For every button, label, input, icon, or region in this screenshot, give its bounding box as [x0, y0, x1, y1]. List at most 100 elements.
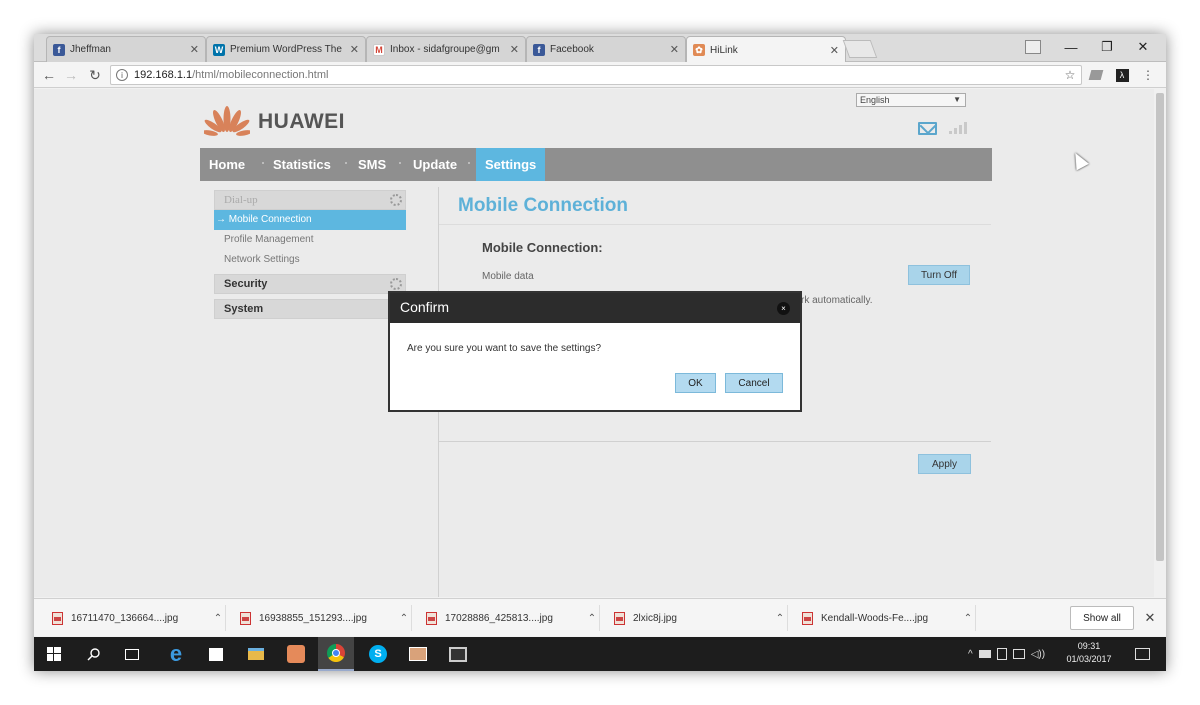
close-window-button[interactable]: ✕	[1124, 34, 1162, 60]
nav-update[interactable]: Update	[413, 148, 457, 181]
tab-hilink[interactable]: ✿ HiLink ✕	[686, 36, 846, 63]
mouse-cursor-icon	[1069, 149, 1089, 171]
app-icon[interactable]	[278, 637, 314, 671]
task-view-icon[interactable]	[114, 637, 150, 671]
chevron-up-icon[interactable]: ⌃	[773, 613, 787, 624]
ok-button[interactable]: OK	[675, 373, 716, 393]
sidebar-item-network-settings[interactable]: Network Settings	[214, 250, 406, 270]
sidebar-item-label: Network Settings	[224, 254, 300, 265]
sidebar-group-dialup[interactable]: Dial-up	[214, 190, 406, 210]
tab-wordpress[interactable]: W Premium WordPress The ✕	[206, 36, 366, 62]
extension-icon[interactable]	[1088, 67, 1104, 83]
download-item[interactable]: Kendall-Woods-Fe....jpg ⌃	[798, 605, 976, 631]
sidebar-group-label: Security	[224, 278, 268, 290]
chevron-up-icon[interactable]: ⌃	[397, 613, 411, 624]
tab-strip: f Jheffman ✕ W Premium WordPress The ✕ M…	[34, 34, 1166, 63]
close-icon[interactable]: ✕	[350, 43, 359, 56]
bookmark-star-icon[interactable]: ☆	[1062, 67, 1078, 83]
close-icon[interactable]: ×	[777, 302, 790, 315]
address-bar[interactable]: i 192.168.1.1 /html/mobileconnection.htm…	[110, 65, 1082, 85]
turn-off-button[interactable]: Turn Off	[908, 265, 970, 285]
language-select[interactable]: English ▼	[856, 93, 966, 107]
gear-icon	[390, 278, 402, 290]
nav-settings[interactable]: Settings	[476, 148, 546, 181]
forward-icon[interactable]: →	[62, 66, 80, 84]
search-icon[interactable]	[76, 637, 112, 671]
download-item[interactable]: 17028886_425813....jpg ⌃	[422, 605, 600, 631]
clock-date: 01/03/2017	[1066, 654, 1112, 664]
info-icon[interactable]: i	[116, 69, 128, 81]
browser-window: f Jheffman ✕ W Premium WordPress The ✕ M…	[34, 34, 1166, 671]
skype-icon[interactable]: S	[360, 637, 396, 671]
tab-jheffman[interactable]: f Jheffman ✕	[46, 36, 206, 62]
reload-icon[interactable]: ↻	[86, 66, 104, 84]
sidebar-group-security[interactable]: Security	[214, 274, 406, 294]
image-file-icon	[426, 611, 437, 625]
page-scrollbar[interactable]	[1154, 89, 1166, 597]
settings-sidebar: Dial-up → Mobile Connection Profile Mana…	[214, 190, 406, 319]
restore-button[interactable]: ❐	[1088, 34, 1126, 60]
chevron-up-icon[interactable]: ⌃	[585, 613, 599, 624]
photos-icon[interactable]	[400, 637, 436, 671]
download-item[interactable]: 16938855_151293....jpg ⌃	[236, 605, 412, 631]
minimize-button[interactable]: —	[1052, 34, 1090, 60]
nav-sms[interactable]: SMS	[358, 148, 386, 181]
media-icon[interactable]	[440, 637, 476, 671]
close-icon[interactable]: ✕	[670, 43, 679, 56]
nav-home[interactable]: Home	[209, 148, 245, 181]
file-explorer-icon[interactable]	[238, 637, 274, 671]
download-filename: 17028886_425813....jpg	[445, 612, 553, 624]
sidebar-group-system[interactable]: System	[214, 299, 406, 319]
store-icon[interactable]	[198, 637, 234, 671]
download-item[interactable]: 2lxic8j.jpg ⌃	[610, 605, 788, 631]
nav-statistics[interactable]: Statistics	[273, 148, 331, 181]
menu-icon[interactable]: ⋮	[1140, 67, 1156, 83]
image-file-icon	[614, 611, 625, 625]
facebook-icon: f	[53, 43, 65, 56]
chevron-up-icon[interactable]: ^	[968, 649, 973, 660]
close-icon[interactable]: ✕	[190, 43, 199, 56]
network-icon[interactable]	[1012, 649, 1025, 659]
gmail-icon: M	[373, 43, 385, 56]
download-item[interactable]: 16711470_136664....jpg ⌃	[48, 605, 226, 631]
chevron-down-icon: ▼	[953, 95, 961, 104]
scrollbar-thumb[interactable]	[1156, 93, 1164, 561]
battery-icon[interactable]	[978, 650, 991, 658]
wordpress-icon: W	[213, 43, 225, 56]
download-bar: 16711470_136664....jpg ⌃ 16938855_151293…	[34, 598, 1166, 636]
notifications-icon[interactable]	[1124, 637, 1160, 671]
edge-icon[interactable]: e	[158, 637, 194, 671]
tab-label: Jheffman	[70, 44, 111, 55]
close-icon[interactable]: ✕	[510, 43, 519, 56]
tab-gmail[interactable]: M Inbox - sidafgroupe@gm ✕	[366, 36, 526, 62]
sidebar-item-label: Mobile Connection	[228, 214, 312, 225]
dialog-title: Confirm	[400, 299, 450, 315]
show-all-button[interactable]: Show all	[1070, 606, 1134, 630]
sidebar-group-label: Dial-up	[224, 194, 258, 206]
huawei-icon: ✿	[693, 44, 705, 56]
user-icon[interactable]	[1014, 34, 1052, 60]
chevron-up-icon[interactable]: ⌃	[211, 613, 225, 624]
close-icon[interactable]: ✕	[1142, 608, 1158, 628]
tab-facebook[interactable]: f Facebook ✕	[526, 36, 686, 62]
url-path: /html/mobileconnection.html	[192, 69, 329, 81]
device-icon[interactable]	[996, 648, 1007, 660]
sidebar-item-profile-management[interactable]: Profile Management	[214, 230, 406, 250]
apply-button[interactable]: Apply	[918, 454, 971, 474]
cancel-button[interactable]: Cancel	[725, 373, 783, 393]
start-icon[interactable]	[36, 637, 72, 671]
chevron-up-icon[interactable]: ⌃	[961, 613, 975, 624]
chrome-icon[interactable]	[318, 637, 354, 671]
browser-toolbar: ← → ↻ i 192.168.1.1 /html/mobileconnecti…	[34, 62, 1166, 88]
new-tab-button[interactable]	[842, 40, 878, 58]
sidebar-item-mobile-connection[interactable]: → Mobile Connection	[214, 210, 406, 230]
download-filename: 16711470_136664....jpg	[71, 612, 179, 624]
huawei-logo: HUAWEI	[204, 105, 345, 139]
back-icon[interactable]: ←	[40, 66, 58, 84]
close-icon[interactable]: ✕	[830, 44, 839, 57]
mail-icon[interactable]	[918, 122, 937, 135]
volume-icon[interactable]: ◁))	[1031, 649, 1045, 660]
taskbar-clock[interactable]: 09:31 01/03/2017	[1060, 640, 1118, 666]
brand-name: HUAWEI	[258, 110, 345, 133]
pdf-extension-icon[interactable]: λ	[1114, 67, 1130, 83]
